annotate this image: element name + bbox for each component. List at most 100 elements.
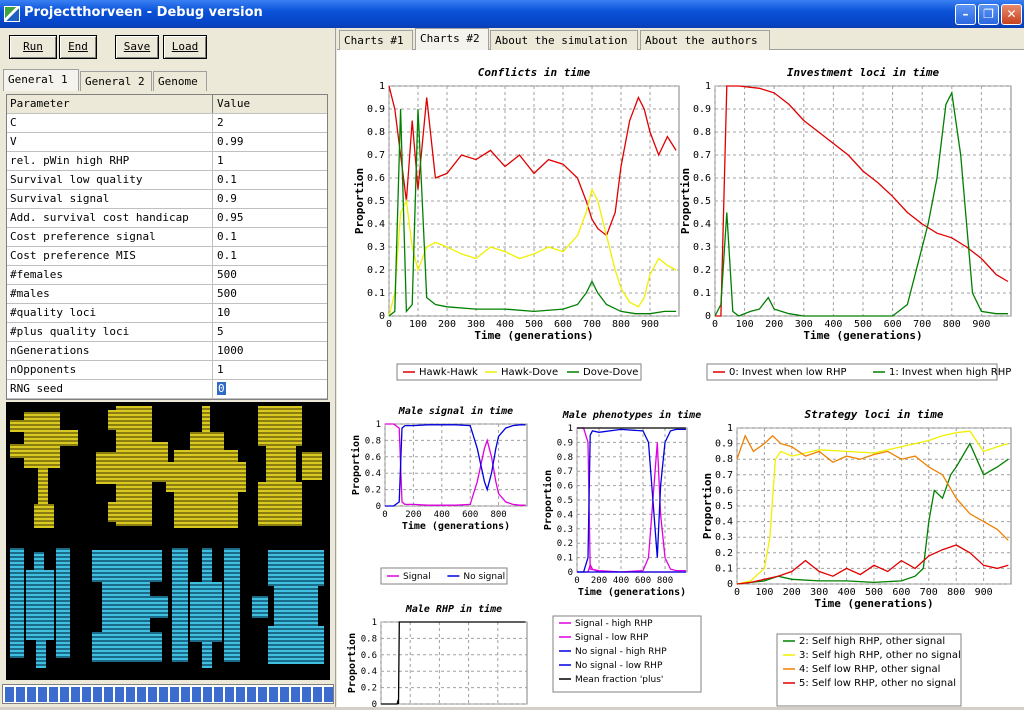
param-value[interactable]: 0.1	[214, 171, 327, 189]
y-tick-label: 1	[376, 420, 381, 430]
param-value[interactable]: 0.1	[214, 247, 327, 265]
legend-entry: Signal - high RHP	[575, 619, 653, 629]
param-row[interactable]: Cost preference MIS 0.1	[7, 247, 327, 266]
tab-about-authors[interactable]: About the authors	[640, 30, 770, 50]
y-tick-label: 0.8	[367, 127, 385, 138]
tab-general-2[interactable]: General 2	[80, 71, 152, 91]
param-row[interactable]: rel. pWin high RHP 1	[7, 152, 327, 171]
param-value[interactable]: 0.1	[214, 228, 327, 246]
app-window: Projectthorveen - Debug version – ❐ ✕ Ru…	[0, 0, 1024, 710]
cyan-sprite-1	[10, 548, 70, 668]
param-row[interactable]: Add. survival cost handicap 0.95	[7, 209, 327, 228]
tab-about-simulation[interactable]: About the simulation	[490, 30, 638, 50]
y-tick-label: 0.8	[715, 454, 733, 465]
progress-block	[71, 687, 80, 702]
param-value[interactable]: 500	[214, 285, 327, 303]
chart-3: Male signal in time 0 0.2 0.4 0.6 0.8 1 0 200 400…	[350, 405, 528, 585]
save-button[interactable]: Save	[115, 35, 159, 59]
param-row[interactable]: Survival low quality 0.1	[7, 171, 327, 190]
minimize-button[interactable]: –	[955, 4, 976, 25]
column-header-value[interactable]: Value	[214, 95, 327, 113]
param-row[interactable]: #quality loci 10	[7, 304, 327, 323]
progress-block	[225, 687, 234, 702]
yellow-sprite-3	[166, 406, 246, 528]
title-bar[interactable]: Projectthorveen - Debug version – ❐ ✕	[0, 0, 1024, 28]
left-panel: Run End Save Load General 1 General 2 Ge…	[0, 28, 336, 707]
legend-entry: 2: Self high RHP, other signal	[799, 636, 945, 647]
param-value[interactable]: 0.9	[214, 190, 327, 208]
progress-block	[236, 687, 245, 702]
tab-genome[interactable]: Genome	[153, 71, 207, 91]
y-tick-label: 0	[379, 311, 385, 322]
y-tick-label: 0.2	[367, 265, 385, 276]
window-title: Projectthorveen - Debug version	[24, 5, 263, 20]
legend-entry: Signal	[403, 572, 431, 582]
close-button[interactable]: ✕	[1001, 4, 1022, 25]
param-value-selected[interactable]: 0	[217, 382, 226, 395]
x-tick-label: 900	[972, 319, 990, 330]
param-row[interactable]: C2	[7, 114, 327, 133]
param-value[interactable]: 1	[214, 361, 327, 379]
y-tick-label: 0.4	[693, 219, 711, 230]
param-row[interactable]: nGenerations 1000	[7, 342, 327, 361]
param-row[interactable]: nOpponents 1	[7, 361, 327, 380]
param-row[interactable]: #females 500	[7, 266, 327, 285]
run-button[interactable]: Run	[9, 35, 57, 59]
param-row[interactable]: #plus quality loci 5	[7, 323, 327, 342]
chart-6: Strategy loci in time 0 0.1 0.2 0.3 0.4 0.5 0.6…	[701, 408, 1012, 707]
param-row[interactable]: V 0.99	[7, 133, 327, 152]
param-value[interactable]: 10	[214, 304, 327, 322]
yellow-sprite-4	[258, 406, 322, 526]
y-tick-label: 0.6	[361, 651, 377, 661]
end-button[interactable]: End	[59, 35, 97, 59]
progress-block	[82, 687, 91, 702]
y-tick-label: 0.1	[367, 288, 385, 299]
tab-charts-2[interactable]: Charts #2	[415, 28, 489, 50]
parameter-grid[interactable]: Parameter Value C 2 V 0.99 rel. pWin high RH…	[6, 94, 328, 400]
y-tick-label: 0.1	[693, 288, 711, 299]
chart-title: Investment loci in time	[787, 66, 940, 79]
param-value[interactable]: 1000	[214, 342, 327, 360]
genome-artwork	[6, 402, 330, 680]
plot-frame	[384, 423, 528, 507]
tab-charts-1[interactable]: Charts #1	[339, 30, 413, 50]
y-tick-label: 0.5	[557, 496, 573, 506]
y-tick-label: 0	[568, 568, 573, 578]
param-value[interactable]: 2	[214, 114, 327, 132]
param-row[interactable]: #males 500	[7, 285, 327, 304]
legend-entry: No signal - low RHP	[575, 661, 663, 671]
y-tick-label: 0	[705, 311, 711, 322]
param-row[interactable]: Survival signal 0.9	[7, 190, 327, 209]
y-tick-label: 0.6	[557, 482, 573, 492]
param-value[interactable]: 0	[214, 380, 327, 398]
x-tick-label: 0	[382, 510, 387, 520]
restore-icon: ❐	[983, 7, 994, 21]
param-name: nGenerations	[7, 342, 213, 360]
cyan-sprite-3	[172, 548, 240, 668]
column-header-parameter[interactable]: Parameter	[7, 95, 213, 113]
maximize-button[interactable]: ❐	[978, 4, 999, 25]
param-value[interactable]: 0.99	[214, 133, 327, 151]
load-button[interactable]: Load	[163, 35, 207, 59]
param-row[interactable]: Cost preference signal 0.1	[7, 228, 327, 247]
y-tick-label: 0.4	[557, 510, 573, 520]
x-tick-label: 200	[591, 576, 607, 586]
param-name: Survival low quality	[7, 171, 213, 189]
param-value[interactable]: 500	[214, 266, 327, 284]
param-value[interactable]: 1	[214, 152, 327, 170]
progress-block	[313, 687, 322, 702]
y-tick-label: 0.9	[715, 439, 733, 450]
param-row[interactable]: RNG seed 0	[7, 380, 327, 399]
chart-5: Male RHP in time00.20.40.60.810200400600…	[346, 603, 528, 710]
tab-general-1[interactable]: General 1	[3, 69, 79, 91]
chart-2: Investment loci in time 0 0.1 0.2 0.3 0.4 0.5 0…	[679, 66, 1012, 381]
y-tick-label: 1	[568, 424, 573, 434]
progress-block	[49, 687, 58, 702]
legend-entry: 0: Invest when low RHP	[729, 367, 847, 378]
param-value[interactable]: 0.95	[214, 209, 327, 227]
progress-block	[280, 687, 289, 702]
param-value[interactable]: 5	[214, 323, 327, 341]
genome-sprites	[10, 406, 324, 668]
chart-area: Conflicts in time 0 0.1 0.2 0.3 0.4 0.5 0.6 0.7 0…	[337, 50, 1024, 710]
legend-entry: Hawk-Hawk	[419, 367, 478, 378]
